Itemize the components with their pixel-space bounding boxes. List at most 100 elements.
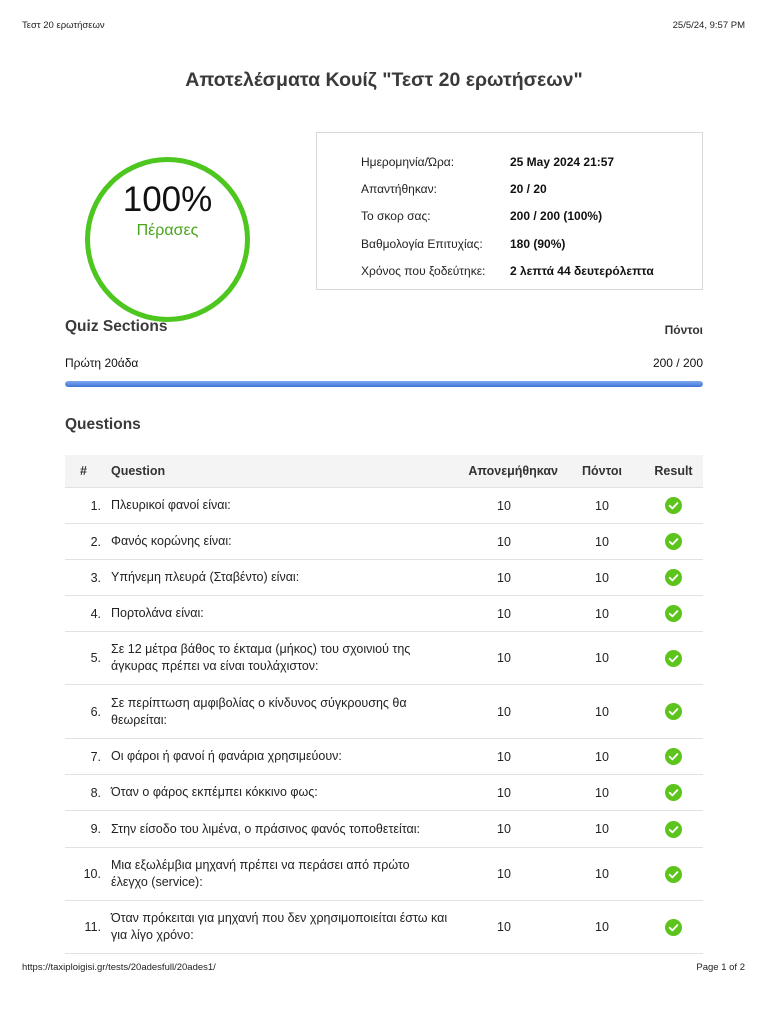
question-points: 10 [595,651,609,665]
question-number: 11. [84,920,101,934]
result-cell [644,605,703,622]
header-points: Πόντοι [582,464,622,478]
correct-check-icon [665,533,682,550]
table-row: 2. Φανός κορώνης είναι: 10 10 [65,524,703,560]
info-label: Το σκορ σας: [361,209,431,224]
correct-check-icon [665,865,682,883]
table-row: 5. Σε 12 μέτρα βάθος το έκταμα (μήκος) το… [65,632,703,685]
info-row-time-spent: Χρόνος που ξοδεύτηκε: 2 λεπτά 44 δευτερό… [361,257,702,284]
question-points: 10 [595,785,609,800]
questions-table: # Question Απονεμήθηκαν Πόντοι Result 1.… [65,455,703,954]
info-value: 25 May 2024 21:57 [510,154,615,169]
question-points: 10 [595,606,609,621]
question-points: 10 [595,822,609,836]
page-title: Αποτελέσματα Κουίζ "Τεστ 20 ερωτήσεων" [185,69,583,91]
question-number: 7. [90,749,101,764]
awarded-points: 10 [497,651,511,665]
result-cell [644,820,703,838]
correct-check-icon [665,918,682,936]
question-points: 10 [595,749,609,764]
question-text: Οι φάροι ή φανοί ή φανάρια χρησιμεύουν: [111,749,342,763]
results-info-box: Ημερομηνία/Ώρα: 25 May 2024 21:57 Απαντή… [316,132,703,290]
print-header: Τεστ 20 ερωτήσεων 25/5/24, 9:57 PM [22,20,745,32]
questions-table-header: # Question Απονεμήθηκαν Πόντοι Result [65,455,703,488]
table-row: 4. Πορτολάνα είναι: 10 10 [65,596,703,632]
question-text: Σε 12 μέτρα βάθος το έκταμα (μήκος) του … [111,642,411,673]
print-footer: https://taxiploigisi.gr/tests/20adesfull… [22,962,745,974]
correct-check-icon [665,497,682,514]
result-cell [644,918,703,936]
table-row: 11. Όταν πρόκειται για μηχανή που δεν χρη… [65,901,703,954]
question-points: 10 [595,534,609,549]
header-awarded: Απονεμήθηκαν [468,464,558,478]
awarded-points: 10 [497,749,511,764]
info-label: Ημερομηνία/Ώρα: [361,154,455,169]
questions-title: Questions [65,416,141,433]
table-row: 10. Μια εξωλέμβια μηχανή πρέπει να περάσε… [65,848,703,901]
table-row: 7. Οι φάροι ή φανοί ή φανάρια χρησιμεύουν… [65,739,703,775]
question-number: 8. [90,785,101,800]
question-points: 10 [595,704,609,719]
info-row-pass-mark: Βαθμολογία Επιτυχίας: 180 (90%) [361,230,702,257]
question-number: 6. [90,704,101,719]
info-label: Χρόνος που ξοδεύτηκε: [361,263,486,278]
info-row-date: Ημερομηνία/Ώρα: 25 May 2024 21:57 [361,148,702,175]
section-name: Πρώτη 20άδα [65,356,139,370]
section-row: Πρώτη 20άδα 200 / 200 [65,356,703,370]
question-points: 10 [595,570,609,585]
correct-check-icon [665,784,682,801]
awarded-points: 10 [497,498,511,513]
info-value: 200 / 200 (100%) [510,209,603,224]
section-score: 200 / 200 [652,356,703,370]
info-label: Βαθμολογία Επιτυχίας: [361,236,483,251]
correct-check-icon [665,649,682,667]
print-datetime: 25/5/24, 9:57 PM [672,20,745,31]
question-text: Φανός κορώνης είναι: [111,534,232,548]
print-page-number: Page 1 of 2 [696,962,745,973]
awarded-points: 10 [497,867,511,881]
table-row: 8. Όταν ο φάρος εκπέμπει κόκκινο φως: 10 10 [65,775,703,811]
header-question: Question [111,463,166,478]
question-number: 3. [90,570,101,585]
quiz-sections-title: Quiz Sections [65,318,168,335]
score-status: Πέρασες [136,222,199,239]
info-value: 2 λεπτά 44 δευτερόλεπτα [510,263,654,278]
section-progress-fill [65,381,703,387]
header-num: # [80,464,87,478]
question-number: 2. [90,534,101,549]
awarded-points: 10 [497,920,511,934]
awarded-points: 10 [497,534,511,549]
result-cell [644,865,703,883]
result-cell [644,533,703,550]
print-url: https://taxiploigisi.gr/tests/20adesfull… [22,962,216,973]
question-text: Σε περίπτωση αμφιβολίας ο κίνδυνος σύγκρ… [111,695,407,727]
question-number: 9. [90,822,101,836]
correct-check-icon [665,820,682,838]
result-cell [644,569,703,586]
question-text: Πλευρικοί φανοί είναι: [111,498,231,512]
awarded-points: 10 [497,822,511,836]
table-row: 6. Σε περίπτωση αμφιβολίας ο κίνδυνος σύγ… [65,685,703,739]
result-cell [644,497,703,514]
question-number: 10. [83,867,101,881]
question-points: 10 [595,920,609,934]
info-value: 20 / 20 [510,181,547,196]
awarded-points: 10 [497,606,511,621]
question-text: Όταν πρόκειται για μηχανή που δεν χρησιμ… [111,911,448,942]
correct-check-icon [665,605,682,622]
questions-table-body: 1. Πλευρικοί φανοί είναι: 10 10 2. Φανός κορώ… [65,488,703,954]
table-row: 9. Στην είσοδο του λιμένα, ο πράσινος φαν… [65,811,703,848]
print-doc-title: Τεστ 20 ερωτήσεων [22,20,105,31]
awarded-points: 10 [497,785,511,800]
sections-points-header: Πόντοι [664,323,703,337]
question-points: 10 [595,867,609,881]
correct-check-icon [665,748,682,765]
question-text: Μια εξωλέμβια μηχανή πρέπει να περάσει α… [111,858,410,889]
info-value: 180 (90%) [510,236,566,251]
section-progress-bar [65,381,703,387]
result-cell [644,748,703,765]
question-text: Υπήνεμη πλευρά (Σταβέντο) είναι: [111,570,300,584]
question-text: Όταν ο φάρος εκπέμπει κόκκινο φως: [111,785,318,799]
table-row: 3. Υπήνεμη πλευρά (Σταβέντο) είναι: 10 10 [65,560,703,596]
correct-check-icon [665,703,682,720]
